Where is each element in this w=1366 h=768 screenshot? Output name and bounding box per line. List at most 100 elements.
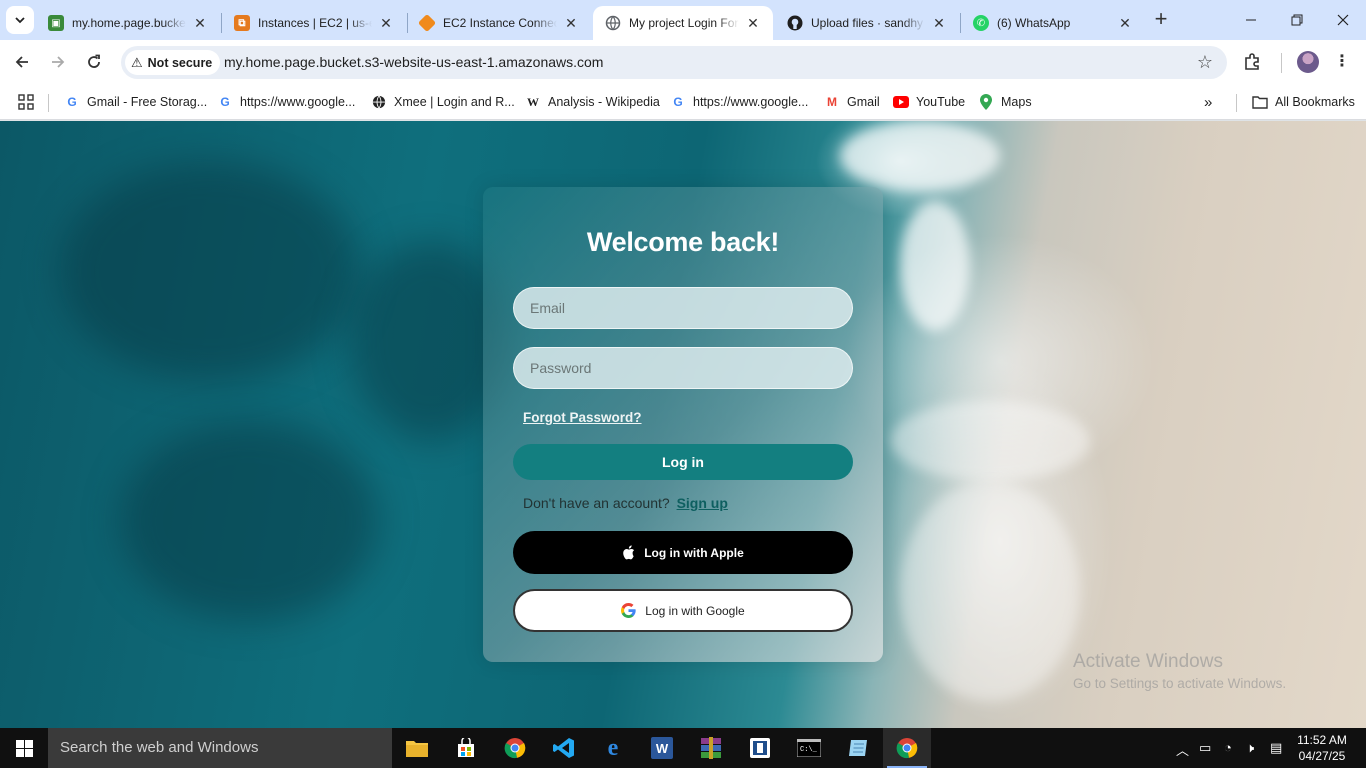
all-bookmarks-button[interactable]: All Bookmarks <box>1252 92 1355 112</box>
google-login-button[interactable]: Log in with Google <box>513 589 853 632</box>
chrome-active-icon[interactable] <box>883 728 931 768</box>
bookmark-xmee[interactable]: Xmee | Login and R... <box>371 92 515 112</box>
tray-chevron-up-icon[interactable]: ︿ <box>1176 740 1189 759</box>
tab-github-upload[interactable]: Upload files · sandhy ✕ <box>775 6 959 40</box>
google-icon: G <box>220 95 230 109</box>
security-label: Not secure <box>147 55 213 70</box>
close-icon[interactable]: ✕ <box>563 15 579 31</box>
password-input[interactable] <box>513 347 853 389</box>
tab-title: (6) WhatsApp <box>997 16 1071 30</box>
tab-whatsapp[interactable]: ✆ (6) WhatsApp ✕ <box>961 6 1145 40</box>
globe-icon <box>371 94 387 110</box>
tab-instances[interactable]: ⧉ Instances | EC2 | us-e ✕ <box>222 6 406 40</box>
tab-bucket[interactable]: ▣ my.home.page.bucke ✕ <box>36 6 220 40</box>
start-button[interactable] <box>0 728 48 768</box>
github-icon <box>787 15 803 31</box>
battery-icon[interactable]: ▭ <box>1199 740 1211 756</box>
forgot-password-link[interactable]: Forgot Password? <box>523 410 642 425</box>
apple-login-button[interactable]: Log in with Apple <box>513 531 853 574</box>
bookmarks-overflow-chevron-icon[interactable]: » <box>1204 92 1212 112</box>
taskbar-search-placeholder: Search the web and Windows <box>60 739 259 756</box>
close-icon[interactable]: ✕ <box>745 15 761 31</box>
arrow-right-icon <box>52 56 65 68</box>
aws-favicon-icon: ⧉ <box>234 15 250 31</box>
clock-date: 04/27/25 <box>1298 749 1346 763</box>
system-clock[interactable]: 11:52 AM 04/27/25 <box>1296 732 1348 764</box>
close-icon[interactable]: ✕ <box>1117 15 1133 31</box>
back-button[interactable] <box>8 48 36 76</box>
bookmark-youtube[interactable]: YouTube <box>893 92 965 112</box>
store-icon[interactable] <box>442 728 490 768</box>
notification-icon[interactable]: ▤ <box>1270 740 1282 756</box>
svg-text:C:\_: C:\_ <box>800 746 818 754</box>
email-input[interactable] <box>513 287 853 329</box>
bookmark-star-icon[interactable]: ☆ <box>1197 52 1213 73</box>
close-icon <box>1337 14 1349 26</box>
word-icon[interactable]: W <box>638 728 686 768</box>
login-button[interactable]: Log in <box>513 444 853 480</box>
wifi-icon[interactable]: ◔ <box>1224 740 1232 755</box>
activate-windows-watermark: Activate Windows Go to Settings to activ… <box>1073 651 1286 691</box>
extensions-icon[interactable] <box>1242 52 1262 77</box>
gmail-icon: M <box>827 95 837 109</box>
bookmark-google-1[interactable]: G https://www.google... <box>217 92 355 112</box>
arrow-left-icon <box>15 56 28 68</box>
tab-search-button[interactable] <box>6 6 34 34</box>
bucket-favicon-icon: ▣ <box>48 15 64 31</box>
google-icon: G <box>67 95 77 109</box>
restore-button[interactable] <box>1274 0 1320 40</box>
login-title: Welcome back! <box>586 227 780 257</box>
new-tab-button[interactable]: + <box>1149 8 1173 32</box>
apps-grid-icon <box>18 94 34 110</box>
notepad-icon[interactable] <box>834 728 882 768</box>
windows-taskbar: Search the web and Windows e W C:\_ ︿ ▭ … <box>0 728 1366 768</box>
forward-button[interactable] <box>44 48 72 76</box>
file-explorer-icon[interactable] <box>393 728 441 768</box>
close-icon[interactable]: ✕ <box>192 15 208 31</box>
google-login-label: Log in with Google <box>645 603 745 618</box>
tab-title: Instances | EC2 | us-e <box>258 16 372 30</box>
wikipedia-icon: W <box>527 94 539 109</box>
taskbar-search-box[interactable]: Search the web and Windows <box>48 728 392 768</box>
terminal-icon[interactable]: C:\_ <box>785 728 833 768</box>
close-icon[interactable]: ✕ <box>378 15 394 31</box>
apple-icon <box>622 545 635 560</box>
security-chip[interactable]: ⚠ Not secure <box>125 50 221 75</box>
watermark-title: Activate Windows <box>1073 651 1223 672</box>
reload-icon <box>88 54 100 68</box>
folder-icon <box>1252 94 1268 110</box>
reload-button[interactable] <box>80 48 108 76</box>
apple-login-label: Log in with Apple <box>644 545 744 560</box>
windows-logo-icon <box>15 739 33 757</box>
close-icon[interactable]: ✕ <box>931 15 947 31</box>
minimize-button[interactable] <box>1228 0 1274 40</box>
profile-avatar[interactable] <box>1297 51 1319 73</box>
vscode-icon[interactable] <box>540 728 588 768</box>
bookmark-maps[interactable]: Maps <box>978 92 1032 112</box>
address-bar[interactable]: ⚠ Not secure my.home.page.bucket.s3-webs… <box>121 46 1227 79</box>
tab-login-form[interactable]: My project Login For ✕ <box>593 6 773 40</box>
bookmark-wikipedia[interactable]: W Analysis - Wikipedia <box>525 92 660 112</box>
ec2-favicon-icon <box>417 13 437 33</box>
menu-kebab-icon[interactable]: ⋮ <box>1334 51 1350 71</box>
warning-icon: ⚠ <box>131 54 143 70</box>
winrar-icon[interactable] <box>687 728 735 768</box>
chrome-icon[interactable] <box>491 728 539 768</box>
page-background: Welcome back! Forgot Password? Log in Do… <box>0 121 1366 728</box>
bookmark-gmail[interactable]: M Gmail <box>824 92 880 112</box>
tab-ec2-connect[interactable]: EC2 Instance Connect ✕ <box>407 6 591 40</box>
app-window-icon[interactable] <box>736 728 784 768</box>
login-button-label: Log in <box>662 454 704 470</box>
bookmark-google-2[interactable]: G https://www.google... <box>670 92 808 112</box>
signup-row: Don't have an account? Sign up <box>523 495 728 511</box>
signup-link[interactable]: Sign up <box>677 495 728 511</box>
tab-title: EC2 Instance Connect <box>443 16 557 30</box>
url-text[interactable]: my.home.page.bucket.s3-website-us-east-1… <box>224 54 603 70</box>
google-g-icon <box>621 603 636 618</box>
bookmark-gmail-storage[interactable]: G Gmail - Free Storag... <box>64 92 207 112</box>
edge-icon[interactable]: e <box>589 728 637 768</box>
apps-button[interactable] <box>18 92 34 112</box>
close-window-button[interactable] <box>1320 0 1366 40</box>
svg-text:W: W <box>656 741 669 756</box>
volume-mute-icon[interactable]: 🕨 <box>1246 740 1254 756</box>
